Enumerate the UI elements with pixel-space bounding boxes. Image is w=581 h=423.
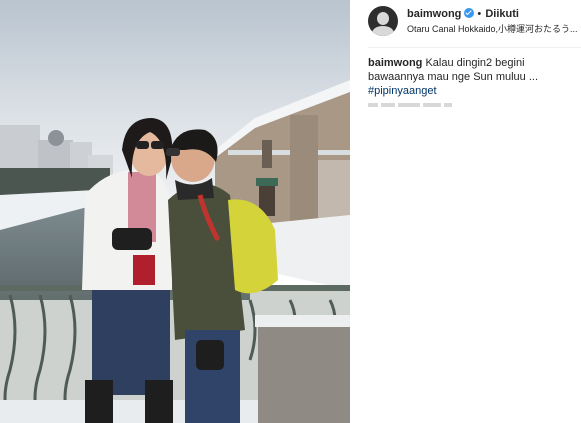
post-photo[interactable] (0, 0, 350, 423)
author-username[interactable]: baimwong (407, 8, 461, 20)
author-name-row: baimwong • Diikuti (407, 7, 519, 21)
profile-avatar[interactable] (368, 6, 398, 36)
avatar-head (377, 12, 389, 25)
post-sidebar: baimwong • Diikuti Otaru Canal Hokkaido,小… (350, 0, 581, 423)
header-divider (368, 47, 581, 48)
caption-hashtag[interactable]: #pipinyaanget (368, 84, 574, 98)
caption-username[interactable]: baimwong (368, 57, 422, 69)
following-button[interactable]: Diikuti (485, 8, 519, 20)
post-location[interactable]: Otaru Canal Hokkaido,小樽運河おたるう... (407, 23, 581, 36)
post-photo-image (0, 0, 350, 423)
instagram-post: baimwong • Diikuti Otaru Canal Hokkaido,小… (0, 0, 581, 423)
post-caption: baimwong Kalau dingin2 begini bawaannya … (368, 56, 574, 98)
separator-dot: • (477, 8, 482, 20)
clipped-comment-line (368, 103, 478, 107)
avatar-body (372, 26, 394, 36)
verified-badge-icon (464, 8, 475, 18)
post-header: baimwong • Diikuti Otaru Canal Hokkaido,小… (368, 4, 578, 44)
